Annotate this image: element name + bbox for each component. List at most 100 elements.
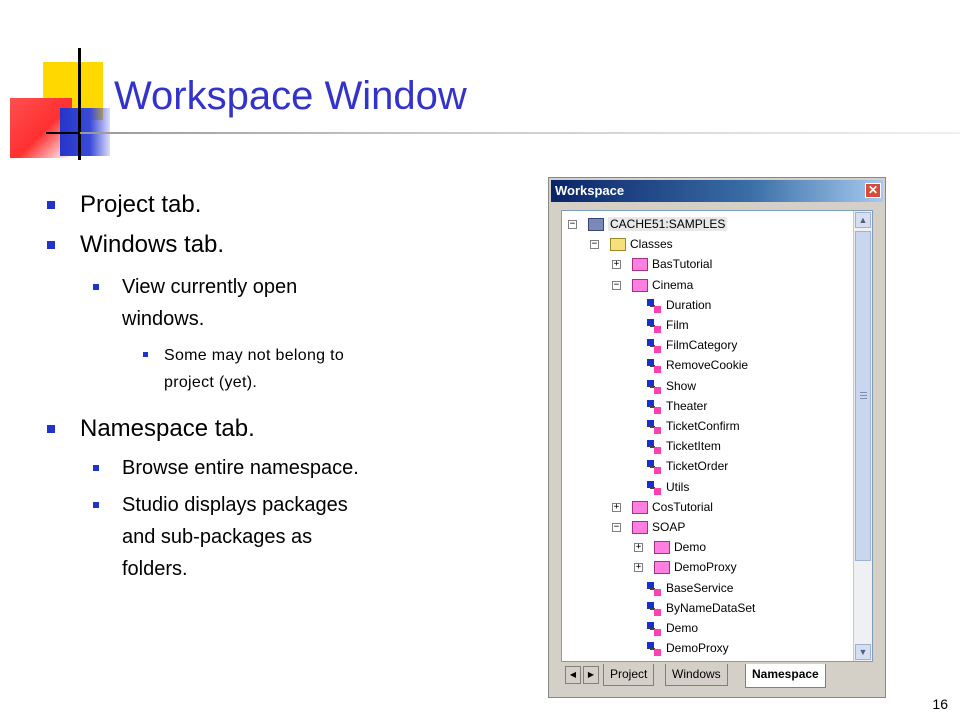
tree-node-label: Cinema bbox=[652, 277, 694, 292]
tree-node[interactable]: DemoProxy bbox=[634, 639, 872, 659]
expand-icon[interactable]: + bbox=[612, 260, 621, 270]
bullet-text: folders. bbox=[122, 558, 188, 580]
class-icon bbox=[647, 339, 661, 354]
tree-node[interactable]: Film bbox=[634, 316, 872, 336]
tree-node-label: Classes bbox=[630, 237, 673, 252]
bullet-continuation: project (yet). bbox=[164, 369, 257, 396]
bullet-text: Namespace tab. bbox=[80, 415, 255, 442]
tree-node-label: RemoveCookie bbox=[666, 358, 749, 373]
tree-node-label: FilmCategory bbox=[666, 338, 738, 353]
bullet-item: Windows tab. bbox=[47, 230, 225, 260]
bullet-text: project (yet). bbox=[164, 374, 258, 391]
scroll-up-button[interactable]: ▲ bbox=[855, 212, 871, 228]
folder-open-icon bbox=[610, 238, 626, 252]
bullet-text: Studio displays packages bbox=[122, 494, 348, 516]
tab-scroll-right-icon[interactable]: ▶ bbox=[583, 666, 599, 684]
tree-node[interactable]: Demo bbox=[634, 619, 872, 639]
tab-scroll-left-icon[interactable]: ◀ bbox=[565, 666, 581, 684]
tree-node[interactable]: − Classes bbox=[590, 235, 860, 255]
class-icon bbox=[647, 319, 661, 333]
tree-node[interactable]: + CosTutorial bbox=[612, 498, 872, 518]
bullet-text: Project tab. bbox=[80, 191, 202, 218]
bullet-marker bbox=[93, 284, 99, 290]
workspace-tree[interactable]: − CACHE51:SAMPLES − Classes + BasTutorial − Cin… bbox=[561, 210, 873, 662]
expand-icon[interactable]: + bbox=[634, 543, 643, 553]
bullet-marker bbox=[47, 201, 55, 209]
class-icon bbox=[647, 601, 661, 616]
tree-node[interactable]: TicketOrder bbox=[634, 457, 872, 477]
tree-node-label: Demo bbox=[666, 621, 699, 635]
class-icon bbox=[647, 460, 661, 475]
class-icon bbox=[647, 399, 661, 414]
tree-node[interactable]: TicketItem bbox=[634, 437, 872, 457]
collapse-icon[interactable]: − bbox=[590, 240, 599, 250]
bullet-text: Browse entire namespace. bbox=[122, 457, 359, 479]
tree-node[interactable]: + BasTutorial bbox=[612, 255, 872, 275]
bullet-item: Project tab. bbox=[47, 190, 202, 220]
collapse-icon[interactable]: − bbox=[612, 280, 621, 290]
bullet-text: Windows tab. bbox=[80, 231, 225, 258]
workspace-tab-strip: ◀ ▶ Project Windows Namespace bbox=[561, 664, 873, 690]
workspace-title-bar[interactable]: Workspace ✕ bbox=[551, 180, 883, 202]
tree-node-label: SOAP bbox=[652, 520, 686, 534]
close-icon[interactable]: ✕ bbox=[865, 183, 881, 198]
database-icon bbox=[588, 218, 604, 231]
tab-namespace[interactable]: Namespace bbox=[745, 664, 826, 688]
tree-node-label: BasTutorial bbox=[652, 257, 713, 272]
class-icon bbox=[647, 642, 661, 657]
collapse-icon[interactable]: − bbox=[568, 220, 577, 229]
tree-node-label: TicketConfirm bbox=[666, 419, 740, 433]
tree-node[interactable]: Show bbox=[634, 377, 872, 397]
bullet-continuation: folders. bbox=[122, 554, 188, 585]
bullet-marker bbox=[143, 352, 148, 357]
class-icon bbox=[647, 359, 661, 374]
expand-icon[interactable]: + bbox=[612, 502, 621, 512]
bullet-text: and sub-packages as bbox=[122, 526, 313, 548]
bullet-marker bbox=[47, 425, 55, 433]
expand-icon[interactable]: + bbox=[634, 563, 643, 573]
tree-node-label: Demo bbox=[674, 540, 707, 555]
tree-node[interactable]: + Demo bbox=[634, 538, 872, 558]
grip-line bbox=[860, 395, 867, 396]
tree-node[interactable]: TicketConfirm bbox=[634, 417, 872, 437]
tree-node-label: Duration bbox=[666, 297, 712, 312]
class-icon bbox=[647, 440, 661, 455]
tree-node-label: BaseService bbox=[666, 580, 734, 595]
class-icon bbox=[647, 298, 661, 313]
package-folder-icon bbox=[632, 278, 648, 292]
collapse-icon[interactable]: − bbox=[612, 523, 621, 532]
page-number: 16 bbox=[932, 696, 948, 712]
tree-node[interactable]: BaseService bbox=[634, 579, 872, 599]
scroll-down-button[interactable]: ▼ bbox=[855, 644, 871, 660]
tree-node-label: ByNameDataSet bbox=[666, 600, 756, 615]
bullet-text: View currently open bbox=[122, 276, 298, 298]
tree-node[interactable]: + DemoProxy bbox=[634, 558, 872, 578]
bullet-marker bbox=[93, 502, 99, 508]
tree-node[interactable]: Theater bbox=[634, 397, 872, 417]
package-folder-icon bbox=[632, 258, 648, 272]
tree-node[interactable]: − CACHE51:SAMPLES bbox=[568, 215, 838, 235]
workspace-title: Workspace bbox=[555, 183, 625, 198]
vertical-scrollbar[interactable]: ▲ ▼ bbox=[853, 211, 872, 661]
tree-node[interactable]: RemoveCookie bbox=[634, 356, 872, 376]
title-underline bbox=[80, 132, 960, 134]
tree-node[interactable]: − Cinema bbox=[612, 276, 872, 296]
tree-node-label: Theater bbox=[666, 398, 708, 413]
tab-windows[interactable]: Windows bbox=[665, 664, 728, 686]
slide-title: Workspace Window bbox=[114, 74, 467, 118]
tree-node[interactable]: Utils bbox=[634, 478, 872, 498]
tree-node[interactable]: ByNameDataSet bbox=[634, 599, 872, 619]
bullet-marker bbox=[47, 241, 55, 249]
scroll-thumb[interactable] bbox=[855, 231, 871, 561]
package-folder-icon bbox=[632, 521, 648, 534]
workspace-window: Workspace ✕ − CACHE51:SAMPLES − Classes + Bas… bbox=[548, 177, 886, 698]
tree-node[interactable]: − SOAP bbox=[612, 518, 872, 538]
bullet-item: Browse entire namespace. bbox=[93, 453, 359, 484]
tree-node[interactable]: FilmCategory bbox=[634, 336, 872, 356]
tree-node-label: TicketOrder bbox=[666, 459, 729, 474]
bullet-marker bbox=[93, 465, 99, 471]
tree-node-label: TicketItem bbox=[666, 439, 721, 454]
tree-node[interactable]: Duration bbox=[634, 296, 872, 316]
tab-project[interactable]: Project bbox=[603, 664, 655, 686]
bullet-item: Some may not belong to bbox=[143, 342, 344, 369]
